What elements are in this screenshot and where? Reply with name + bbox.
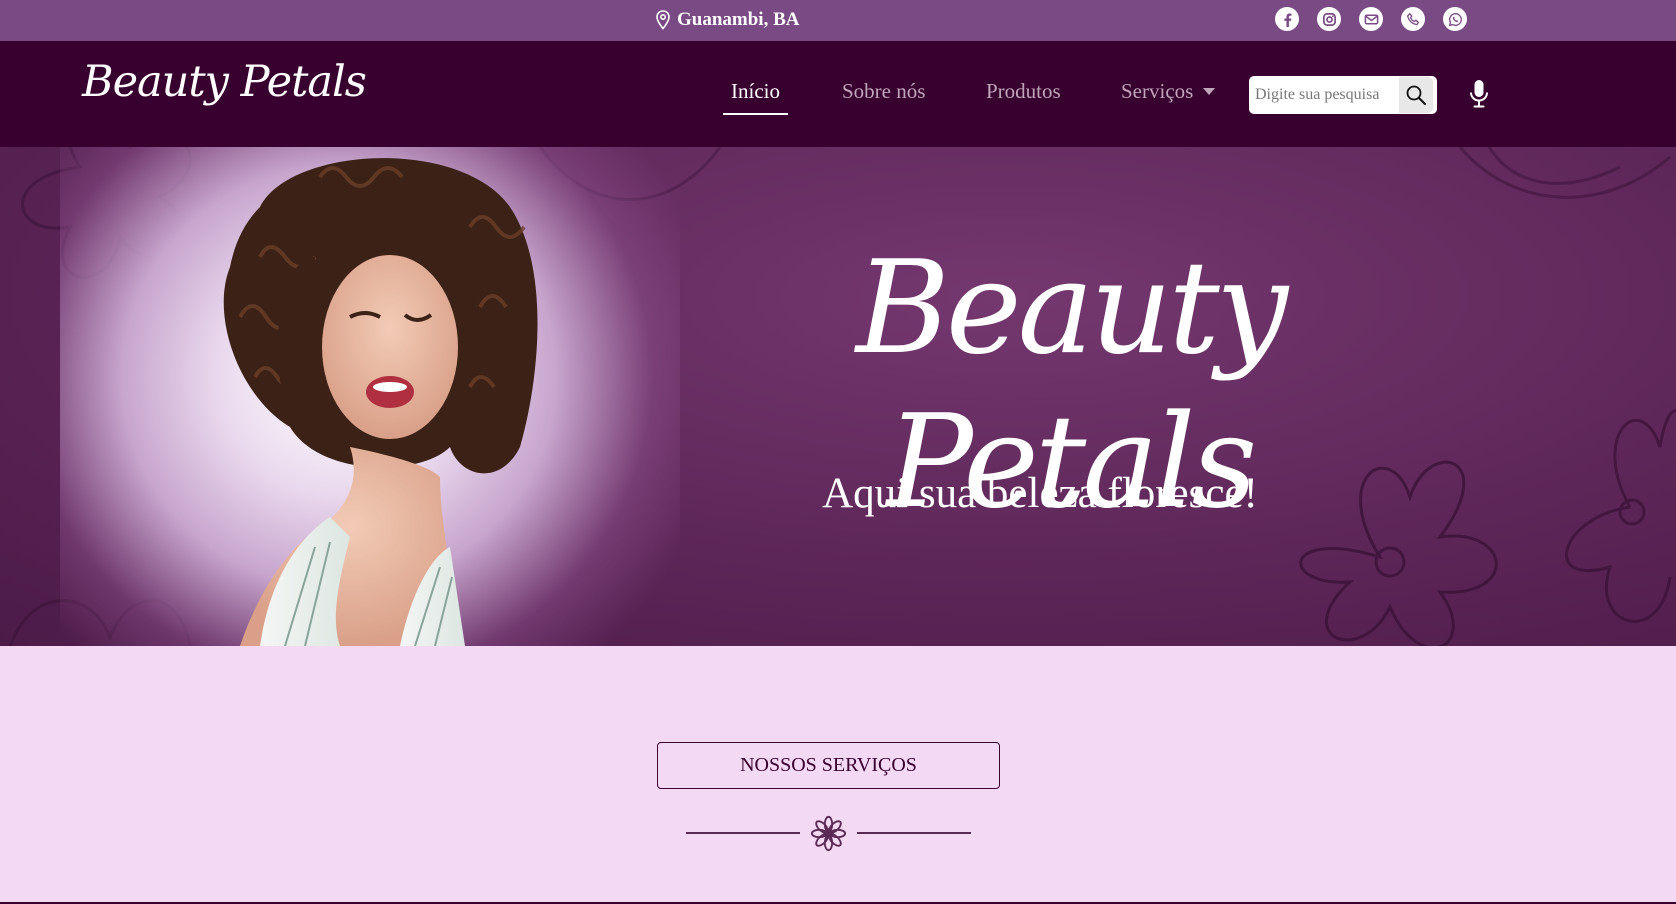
main-navbar: Beauty Petals Início Sobre nós Produtos …	[0, 41, 1676, 147]
section-divider	[686, 813, 971, 853]
map-pin-icon	[656, 10, 670, 30]
hero-banner: Beauty Petals Aqui sua beleza floresce!	[0, 147, 1676, 646]
divider-line-left	[686, 832, 800, 834]
hero-subtitle: Aqui sua beleza floresce!	[822, 470, 1258, 517]
nav-link-servicos-label: Serviços	[1121, 79, 1194, 103]
microphone-icon[interactable]	[1467, 79, 1491, 109]
search-input[interactable]	[1249, 77, 1399, 113]
email-icon[interactable]	[1359, 7, 1383, 31]
nav-link-sobre-nos[interactable]: Sobre nós	[842, 79, 925, 104]
location: Guanambi, BA	[655, 8, 799, 32]
hero-woman-image	[223, 158, 538, 646]
search-icon	[1406, 85, 1426, 105]
whatsapp-icon[interactable]	[1443, 7, 1467, 31]
flower-icon	[810, 815, 847, 852]
phone-icon[interactable]	[1401, 7, 1425, 31]
top-bar: Guanambi, BA	[0, 0, 1676, 41]
services-heading-button[interactable]: NOSSOS SERVIÇOS	[657, 742, 1000, 789]
location-text: Guanambi, BA	[677, 9, 800, 30]
social-links	[1275, 7, 1467, 31]
instagram-icon[interactable]	[1317, 7, 1341, 31]
caret-down-icon	[1203, 87, 1216, 95]
search-button[interactable]	[1399, 77, 1433, 113]
flower-decoration	[1565, 409, 1676, 623]
search-box	[1249, 76, 1437, 114]
facebook-icon[interactable]	[1275, 7, 1299, 31]
nav-link-inicio[interactable]: Início	[723, 79, 788, 115]
divider-line-right	[857, 832, 971, 834]
nav-link-produtos[interactable]: Produtos	[986, 79, 1061, 104]
nav-link-servicos-dropdown[interactable]: Serviços	[1121, 79, 1216, 104]
